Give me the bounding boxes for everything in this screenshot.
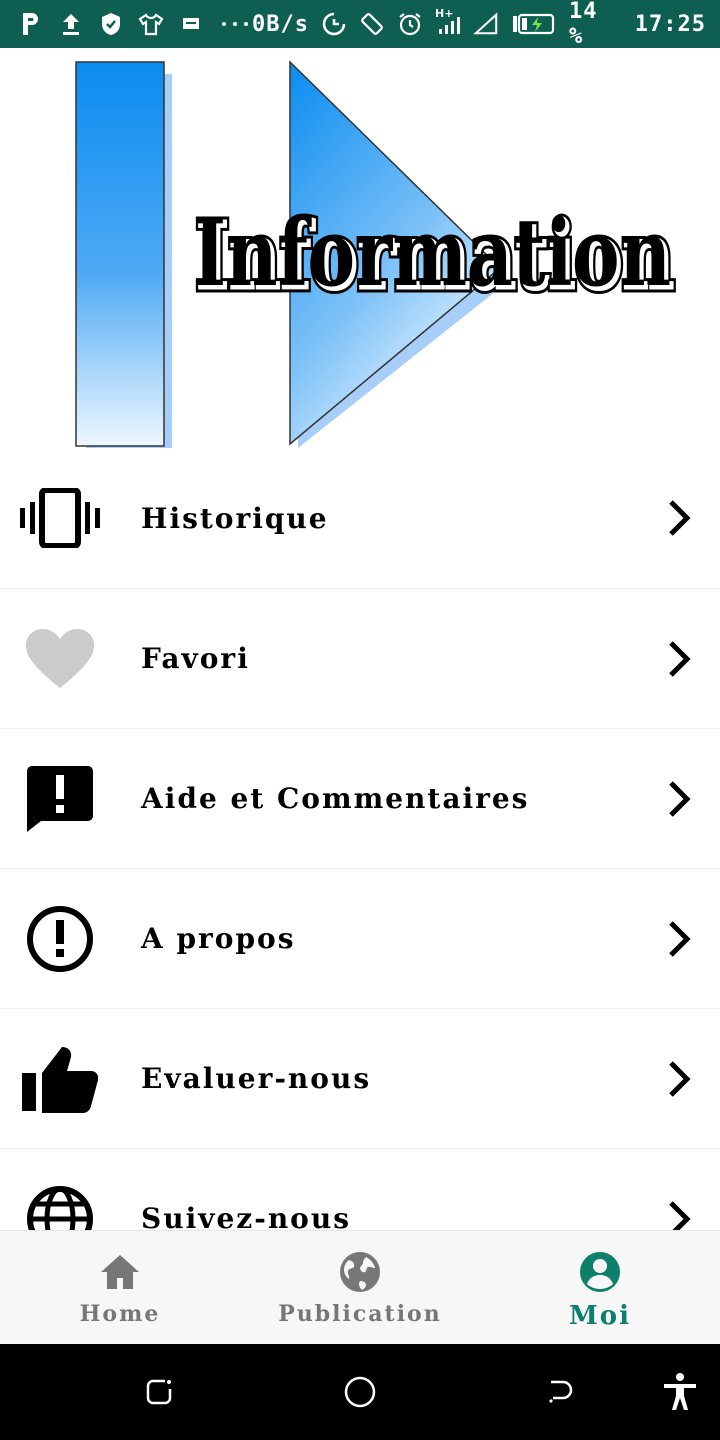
thumbs-up-icon [20, 1039, 100, 1119]
menu-item-label: Suivez-nous [141, 1202, 351, 1230]
upload-icon [58, 10, 84, 38]
vibrate-phone-icon [20, 478, 100, 558]
network-speed: 0B/s [252, 11, 309, 37]
back-icon[interactable] [540, 1372, 580, 1412]
globe-icon [20, 1179, 100, 1230]
banner-logo: Information Information Information [75, 60, 679, 448]
parking-icon [18, 10, 44, 38]
status-bar: 0B/s H+ 14 % 17:25 [0, 0, 720, 49]
menu-item-label: Favori [141, 642, 250, 675]
tshirt-icon [138, 10, 164, 38]
menu-item-apropos[interactable]: A propos [0, 868, 720, 1008]
menu-item-favori[interactable]: Favori [0, 588, 720, 728]
message-icon [178, 10, 204, 38]
chevron-right-icon [662, 637, 698, 681]
battery-percent: 14 % [568, 0, 598, 49]
menu-list: Historique Favori Aide et Commentaires A… [0, 448, 720, 1230]
chevron-right-icon [662, 1057, 698, 1101]
chevron-right-icon [662, 1197, 698, 1230]
tab-label: Moi [569, 1301, 631, 1331]
menu-item-label: A propos [141, 922, 296, 955]
menu-item-label: Historique [141, 501, 329, 535]
network-type: H+ [434, 7, 454, 20]
battery-charging-icon [511, 10, 557, 38]
heart-icon [20, 619, 100, 699]
feedback-icon [20, 759, 100, 839]
more-dots-icon [218, 10, 252, 38]
chevron-right-icon [662, 496, 698, 540]
info-circle-icon [20, 899, 100, 979]
menu-item-label: Aide et Commentaires [141, 782, 530, 815]
menu-item-aide[interactable]: Aide et Commentaires [0, 728, 720, 868]
chevron-right-icon [662, 777, 698, 821]
data-saver-icon [321, 10, 347, 38]
bottom-navigation: Home Publication Moi [0, 1230, 720, 1344]
system-navigation-bar [0, 1344, 720, 1440]
menu-item-suivez[interactable]: Suivez-nous [0, 1148, 720, 1230]
accessibility-icon[interactable] [660, 1372, 700, 1412]
alarm-icon [397, 10, 423, 38]
clock: 17:25 [634, 11, 706, 37]
menu-item-historique[interactable]: Historique [0, 448, 720, 588]
signal-icon [473, 10, 499, 38]
rotate-icon [359, 10, 385, 38]
header-banner: Information Information Information [0, 48, 720, 448]
home-circle-icon[interactable] [340, 1372, 380, 1412]
chevron-right-icon [662, 917, 698, 961]
menu-item-evaluer[interactable]: Evaluer-nous [0, 1008, 720, 1148]
shield-icon [98, 10, 124, 38]
tab-moi[interactable]: Moi [480, 1231, 720, 1345]
tab-home[interactable]: Home [0, 1231, 240, 1345]
recents-icon[interactable] [140, 1372, 180, 1412]
tab-label: Publication [278, 1301, 442, 1327]
account-icon [577, 1249, 623, 1295]
home-icon [97, 1249, 143, 1295]
tab-label: Home [79, 1301, 161, 1327]
menu-item-label: Evaluer-nous [141, 1062, 372, 1095]
tab-publication[interactable]: Publication [240, 1231, 480, 1345]
globe-icon [337, 1249, 383, 1295]
banner-title: Information [193, 199, 671, 307]
cell-signal-icon: H+ [434, 7, 461, 38]
